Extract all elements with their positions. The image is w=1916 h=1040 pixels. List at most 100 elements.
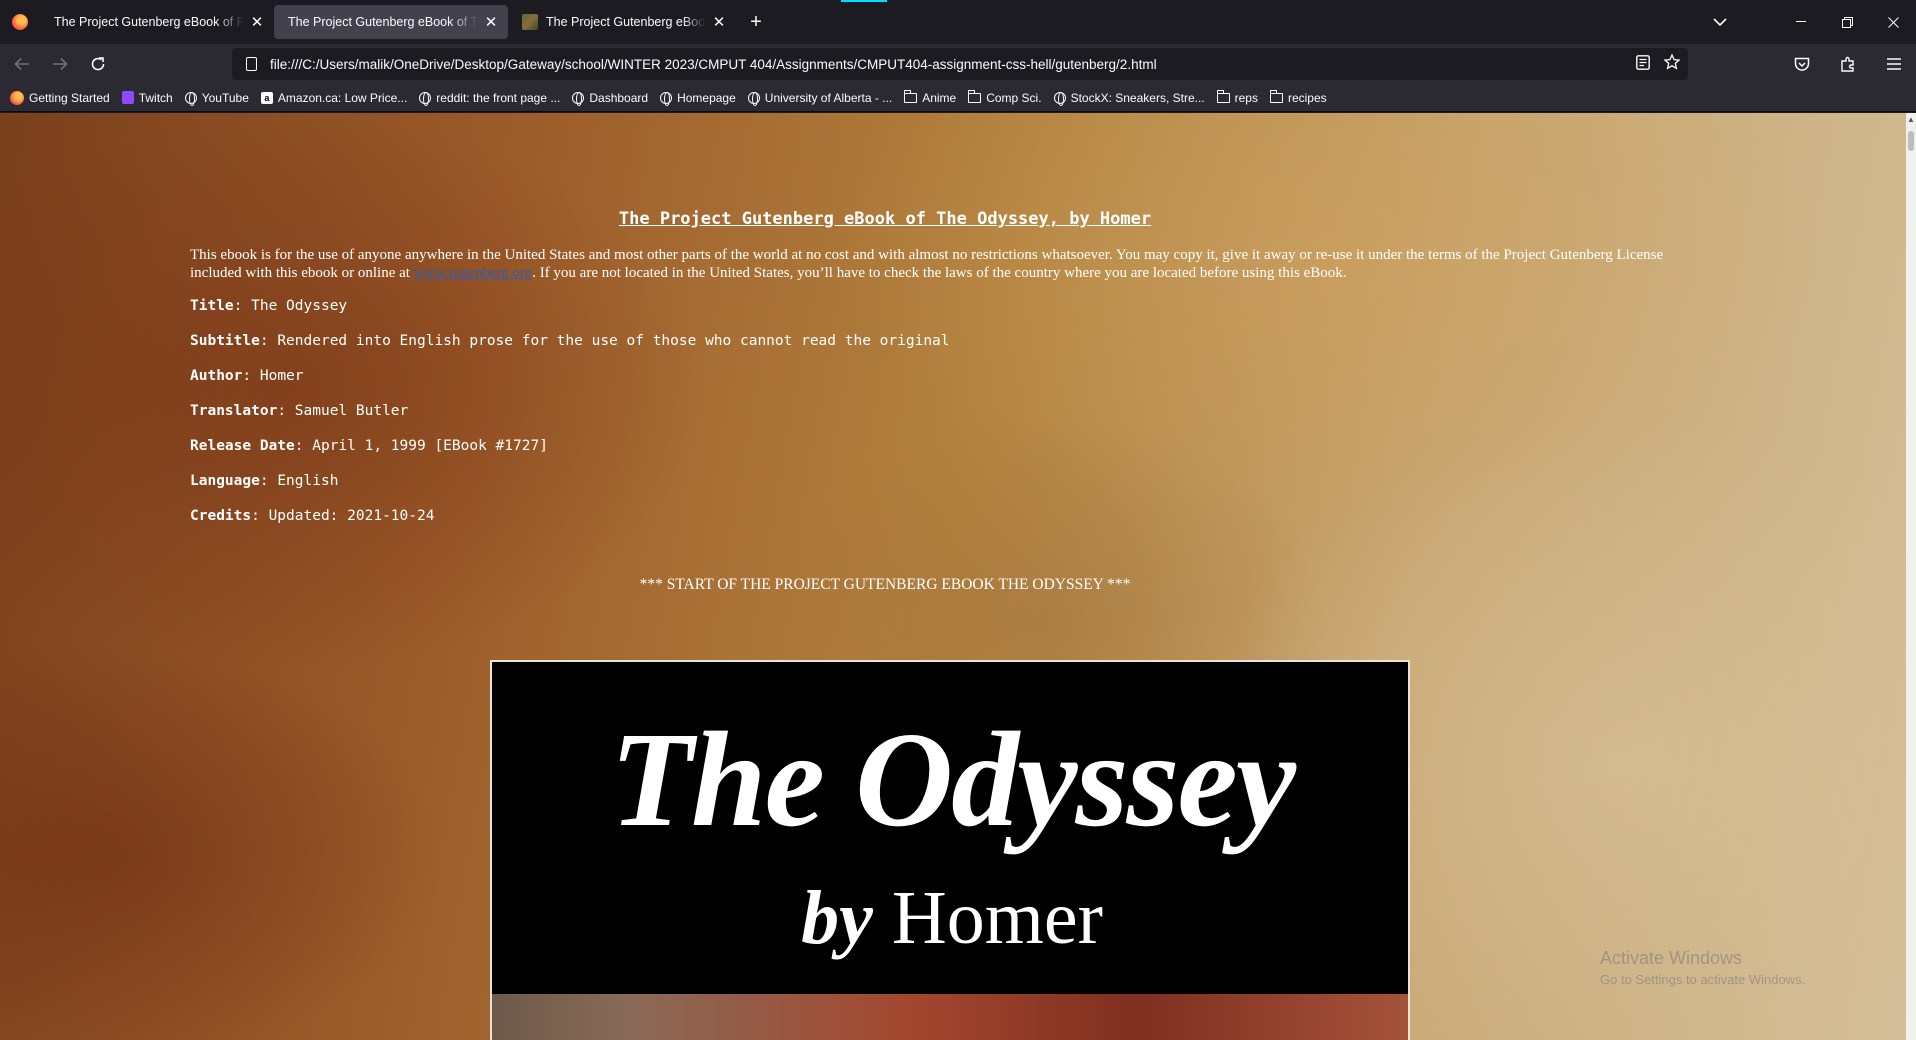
windows-activation-watermark: Activate Windows Go to Settings to activ… [1600, 948, 1805, 987]
meta-label: Title [190, 298, 234, 314]
meta-value: Homer [259, 368, 304, 384]
bookmark-homepage[interactable]: Homepage [660, 91, 736, 106]
cover-title: The Odyssey [609, 705, 1296, 855]
tab-3[interactable]: The Project Gutenberg eBook of The Odyss… [508, 5, 736, 39]
page-viewport: The Project Gutenberg eBook of The Odyss… [0, 113, 1906, 1040]
bookmark-youtube[interactable]: YouTube [184, 90, 249, 106]
vertical-scrollbar[interactable]: ▲ [1906, 113, 1916, 1040]
bookmark-ualberta[interactable]: University of Alberta - ... [747, 90, 893, 106]
bookmark-dashboard[interactable]: Dashboard [572, 90, 649, 106]
restore-icon[interactable] [1824, 0, 1870, 44]
folder-icon [904, 89, 918, 103]
bookmark-label: Getting Started [29, 90, 110, 105]
cover-author: Homer [891, 876, 1103, 960]
reload-icon[interactable] [82, 48, 114, 80]
bookmark-label: Dashboard [589, 90, 649, 105]
menu-icon[interactable] [1878, 48, 1910, 80]
meta-value: Rendered into English prose for the use … [277, 333, 950, 349]
folder-icon [1269, 89, 1283, 103]
intro-text: . If you are not located in the United S… [532, 265, 1347, 281]
start-marker: *** START OF THE PROJECT GUTENBERG EBOOK… [639, 576, 1131, 593]
watermark-subtitle: Go to Settings to activate Windows. [1600, 972, 1806, 987]
drag-indicator [841, 0, 887, 2]
meta-value: Samuel Butler [294, 403, 409, 419]
tab-title: The Project Gutenberg eBook of Peter Pan [54, 15, 244, 29]
forward-arrow-icon[interactable] [44, 48, 76, 80]
meta-label: Translator [190, 403, 278, 419]
meta-author: Author: Homer [190, 368, 304, 384]
favicon-icon [522, 14, 538, 30]
cover-painting [492, 994, 1408, 1040]
bookmarks-toolbar: Getting Started Twitch YouTube a Amazon.c… [0, 84, 1916, 112]
bookmark-amazon[interactable]: a Amazon.ca: Low Price... [260, 90, 408, 105]
meta-language: Language: English [190, 473, 339, 489]
tab-bar: The Project Gutenberg eBook of Peter Pan… [0, 0, 1916, 44]
folder-icon [1216, 89, 1230, 103]
scroll-up-icon[interactable]: ▲ [1907, 115, 1915, 124]
close-window-icon[interactable] [1870, 0, 1916, 44]
gutenberg-link[interactable]: www.gutenberg.org [414, 265, 532, 281]
globe-icon [184, 91, 197, 106]
bookmark-label: Anime [922, 90, 957, 105]
globe-icon [747, 91, 760, 106]
twitch-icon [121, 91, 134, 104]
meta-label: Subtitle [190, 333, 260, 349]
tab-1[interactable]: The Project Gutenberg eBook of Peter Pan… [40, 5, 274, 39]
page-content: The Project Gutenberg eBook of The Odyss… [190, 113, 1710, 594]
chevron-down-icon[interactable] [1706, 8, 1734, 36]
firefox-icon[interactable] [0, 0, 40, 44]
bookmark-stockx[interactable]: StockX: Sneakers, Stre... [1053, 91, 1205, 106]
meta-title: Title: The Odyssey [190, 298, 348, 314]
reader-view-icon[interactable] [1636, 54, 1650, 74]
extensions-icon[interactable] [1832, 48, 1864, 80]
bookmark-folder-anime[interactable]: Anime [904, 89, 957, 105]
tab-title: The Project Gutenberg eBook of The Odyss… [546, 15, 706, 29]
intro-paragraph: This ebook is for the use of anyone anyw… [190, 246, 1710, 282]
address-bar[interactable]: file:///C:/Users/malik/OneDrive/Desktop/… [232, 48, 1688, 80]
minimize-icon[interactable] [1778, 0, 1824, 44]
url-text[interactable]: file:///C:/Users/malik/OneDrive/Desktop/… [270, 57, 1157, 72]
meta-label: Release Date [190, 438, 295, 454]
bookmark-folder-recipes[interactable]: recipes [1269, 89, 1327, 105]
meta-subtitle: Subtitle: Rendered into English prose fo… [190, 333, 950, 349]
scrollbar-thumb[interactable] [1908, 131, 1914, 151]
tab-title: The Project Gutenberg eBook of The Odyss… [288, 15, 478, 29]
bookmark-folder-reps[interactable]: reps [1216, 89, 1258, 105]
amazon-icon: a [260, 91, 273, 104]
globe-icon [1053, 91, 1066, 106]
bookmark-label: reddit: the front page ... [436, 90, 561, 105]
meta-value: Updated: 2021-10-24 [268, 508, 435, 524]
back-arrow-icon[interactable] [6, 48, 38, 80]
bookmark-reddit[interactable]: reddit: the front page ... [419, 90, 561, 106]
folder-icon [968, 89, 982, 103]
plus-icon[interactable]: + [738, 4, 774, 40]
bookmark-star-icon[interactable] [1663, 53, 1681, 74]
bookmark-label: Amazon.ca: Low Price... [277, 90, 408, 105]
meta-label: Language [190, 473, 260, 489]
close-icon[interactable]: ✕ [250, 13, 264, 31]
tab-2[interactable]: The Project Gutenberg eBook of The Odyss… [274, 5, 508, 39]
meta-release-date: Release Date: April 1, 1999 [EBook #1727… [190, 438, 548, 454]
page-title: The Project Gutenberg eBook of The Odyss… [618, 209, 1152, 229]
bookmark-getting-started[interactable]: Getting Started [10, 90, 110, 105]
bookmark-label: University of Alberta - ... [764, 90, 893, 105]
pocket-icon[interactable] [1786, 48, 1818, 80]
bookmark-label: YouTube [201, 90, 249, 105]
bookmark-label: recipes [1287, 90, 1327, 105]
bookmark-label: Comp Sci. [986, 90, 1042, 105]
cover-byline: by Homer [492, 880, 1408, 956]
book-metadata: Title: The Odyssey Subtitle: Rendered in… [190, 298, 1710, 543]
navigation-toolbar: file:///C:/Users/malik/OneDrive/Desktop/… [0, 44, 1916, 84]
close-icon[interactable]: ✕ [484, 13, 498, 31]
watermark-title: Activate Windows [1600, 948, 1743, 968]
close-icon[interactable]: ✕ [712, 13, 726, 31]
page-icon[interactable] [236, 57, 266, 71]
bookmark-label: reps [1234, 90, 1258, 105]
window-controls [1778, 0, 1916, 44]
meta-value: April 1, 1999 [EBook #1727] [312, 438, 548, 454]
meta-value: English [277, 473, 339, 489]
bookmark-folder-comp-sci[interactable]: Comp Sci. [968, 89, 1042, 105]
globe-icon [660, 91, 673, 106]
bookmark-twitch[interactable]: Twitch [121, 91, 173, 105]
meta-credits: Credits: Updated: 2021-10-24 [190, 508, 435, 524]
